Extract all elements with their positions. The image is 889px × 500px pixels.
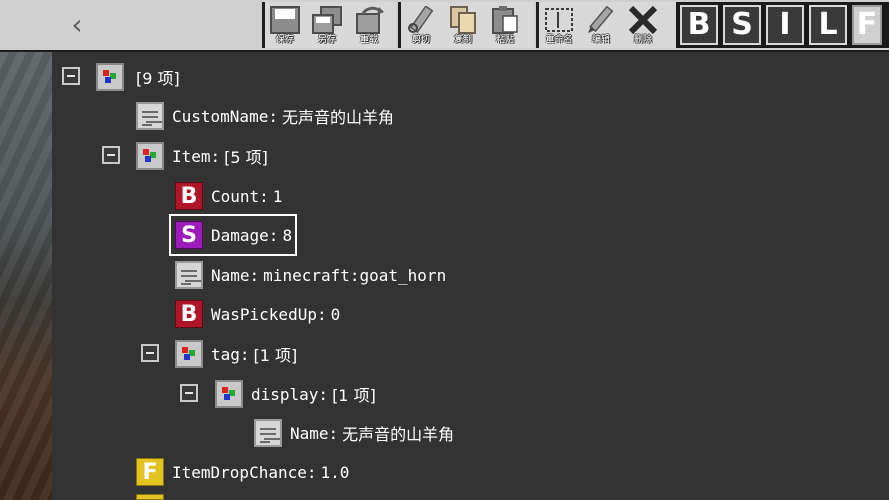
tree-node-item-drop-chance[interactable]: F ItemDropChance: 1.0 <box>136 454 349 490</box>
collapse-toggle-tag[interactable] <box>141 344 159 362</box>
compound-tag-icon <box>215 380 243 408</box>
compound-tag-icon <box>96 63 124 91</box>
byte-tag-button[interactable]: B <box>680 5 718 45</box>
byte-tag-icon: B <box>175 182 203 210</box>
delete-icon <box>628 6 658 34</box>
edit-button-group: 剪切 复制 粘贴 <box>398 2 534 48</box>
float-tag-button[interactable]: F <box>852 5 882 45</box>
node-value: [1 项] <box>253 346 298 365</box>
tree-node-custom-name[interactable]: CustomName: 无声音的山羊角 <box>136 98 394 134</box>
edit-button[interactable]: 编辑 <box>581 2 621 48</box>
float-tag-icon-partial <box>136 494 164 500</box>
toolbar: ‹ 保存 另存 重载 剪切 复制 粘贴 重命名 编辑 删除 B S I L F <box>0 0 889 52</box>
copy-icon <box>450 6 476 34</box>
edit-icon <box>588 6 614 33</box>
collapse-toggle-root[interactable] <box>62 67 80 85</box>
node-key: CustomName: <box>172 106 278 126</box>
tag-type-button-group: B S I L F <box>676 2 889 48</box>
cut-icon <box>408 6 434 34</box>
collapse-toggle-item[interactable] <box>102 146 120 164</box>
cut-button[interactable]: 剪切 <box>401 2 441 48</box>
node-key: tag: <box>211 344 250 364</box>
node-value: [5 项] <box>224 148 268 167</box>
back-button[interactable]: ‹ <box>60 8 94 42</box>
node-key: Name: <box>290 423 339 443</box>
short-tag-icon: S <box>175 221 203 249</box>
byte-tag-icon: B <box>175 300 203 328</box>
node-key: Count: <box>211 186 269 206</box>
node-key: Name: <box>211 265 260 285</box>
string-tag-icon <box>254 419 282 447</box>
node-value: minecraft:goat_horn <box>263 265 447 285</box>
short-tag-button[interactable]: S <box>723 5 761 45</box>
string-tag-icon <box>175 261 203 289</box>
node-value: 1.0 <box>320 462 350 482</box>
node-key: Item: <box>172 146 221 166</box>
node-summary: [9 项] <box>136 69 180 88</box>
save-as-icon <box>312 6 342 34</box>
file-button-group: 保存 另存 重载 <box>262 2 396 48</box>
node-key: WasPickedUp: <box>211 304 327 324</box>
rename-icon <box>545 8 573 32</box>
tree-node-item[interactable]: Item: [5 项] <box>136 138 268 174</box>
tree-node-was-picked-up[interactable]: B WasPickedUp: 0 <box>175 296 340 332</box>
node-value: 1 <box>272 186 283 206</box>
node-value: 无声音的山羊角 <box>342 425 455 444</box>
compound-tag-icon <box>175 340 203 368</box>
node-key: Damage: <box>211 225 279 245</box>
tree-node-name[interactable]: Name: minecraft:goat_horn <box>175 257 446 293</box>
node-value: 0 <box>330 304 341 324</box>
reload-button[interactable]: 重载 <box>349 2 389 48</box>
delete-button[interactable]: 删除 <box>623 2 663 48</box>
tree-node-damage[interactable]: S Damage: 8 <box>169 214 297 256</box>
copy-button[interactable]: 复制 <box>443 2 483 48</box>
node-key: ItemDropChance: <box>172 462 317 482</box>
save-as-button[interactable]: 另存 <box>307 2 347 48</box>
tree-node-display-name[interactable]: Name: 无声音的山羊角 <box>254 415 454 451</box>
node-key: display: <box>251 384 329 404</box>
world-background <box>0 52 52 500</box>
tree-node-tag[interactable]: tag: [1 项] <box>175 336 297 372</box>
save-button[interactable]: 保存 <box>265 2 305 48</box>
int-tag-button[interactable]: I <box>766 5 804 45</box>
paste-icon <box>492 6 518 34</box>
tree-node-root[interactable]: [9 项] <box>96 59 180 95</box>
reload-icon <box>356 6 384 34</box>
node-value: 无声音的山羊角 <box>281 108 394 127</box>
node-value: 8 <box>282 225 293 245</box>
node-value: [1 项] <box>332 386 376 405</box>
collapse-toggle-display[interactable] <box>180 384 198 402</box>
string-tag-icon <box>136 102 164 130</box>
tree-node-count[interactable]: B Count: 1 <box>175 178 282 214</box>
save-icon <box>270 6 300 34</box>
rename-button[interactable]: 重命名 <box>539 2 579 48</box>
long-tag-button[interactable]: L <box>809 5 847 45</box>
float-tag-icon: F <box>136 458 164 486</box>
compound-tag-icon <box>136 142 164 170</box>
tree-node-display[interactable]: display: [1 项] <box>215 376 376 412</box>
paste-button[interactable]: 粘贴 <box>485 2 525 48</box>
tool-button-group: 重命名 编辑 删除 <box>536 2 676 48</box>
